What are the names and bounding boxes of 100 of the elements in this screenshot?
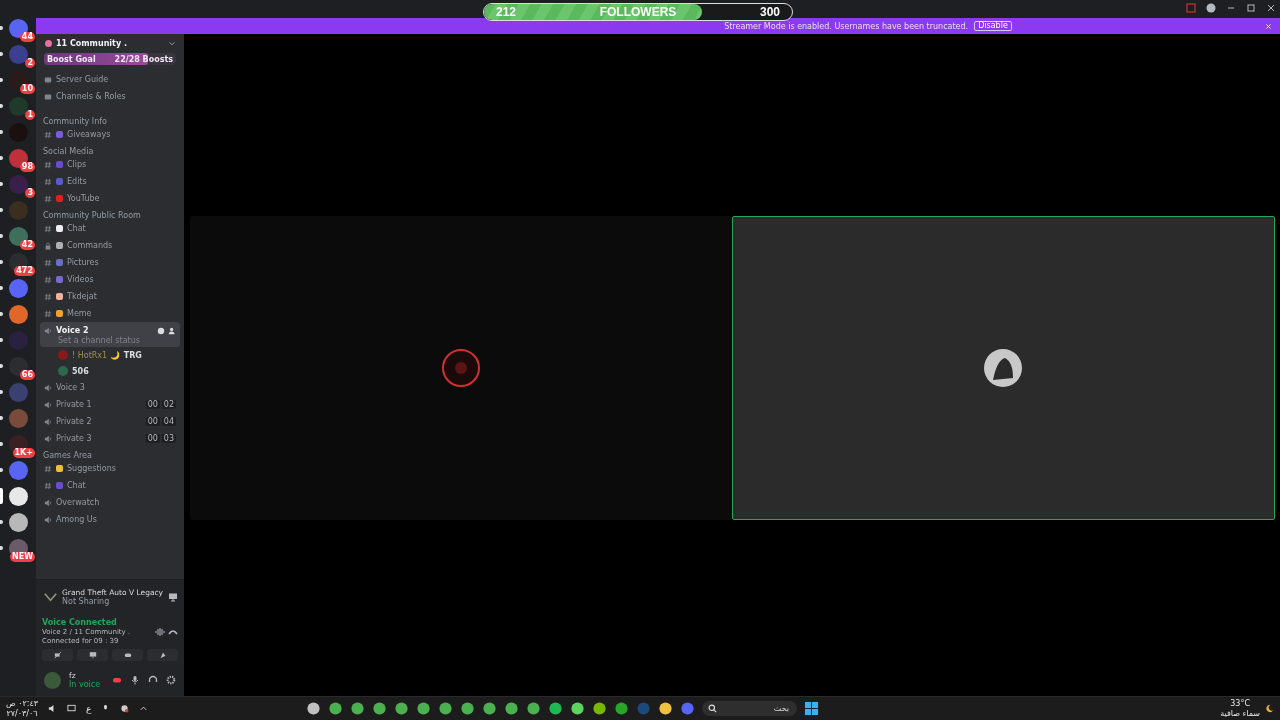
channel-item[interactable]: Commands — [40, 237, 180, 254]
server-badge: 42 — [19, 240, 35, 250]
channel-item[interactable]: Private 1 00 02 — [40, 396, 180, 413]
channel-name: Pictures — [67, 258, 100, 267]
channel-name: Chat — [67, 481, 87, 490]
taskbar-app-icon[interactable] — [372, 701, 387, 716]
add-user-icon[interactable] — [168, 326, 176, 335]
settings-icon[interactable] — [166, 675, 176, 685]
channel-item[interactable]: Private 2 00 04 — [40, 413, 180, 430]
taskbar-app-icon[interactable] — [570, 701, 585, 716]
activity-button[interactable] — [112, 649, 143, 661]
chevron-up-icon[interactable] — [139, 704, 149, 713]
monitor-icon — [88, 651, 97, 659]
followers-count: 212 — [496, 5, 517, 19]
channel-status[interactable]: Set a channel status — [40, 336, 180, 347]
taskbar-app-icon[interactable] — [460, 701, 475, 716]
channel-item[interactable]: Voice 2 Set a channel status — [40, 322, 180, 347]
channel-item[interactable]: Videos — [40, 271, 180, 288]
channel-category[interactable]: Games Area — [40, 447, 180, 460]
search-icon — [708, 704, 717, 713]
temperature[interactable]: 33°C — [1230, 698, 1250, 709]
avatar-icon — [440, 348, 481, 388]
inbox-icon[interactable] — [1186, 3, 1196, 13]
boost-goal-bar[interactable]: Boost Goal 22/28 Boosts — [44, 53, 176, 65]
taskbar-app-icon[interactable] — [548, 701, 563, 716]
channel-item[interactable]: Voice 3 — [40, 379, 180, 396]
video-tile[interactable] — [190, 216, 732, 520]
headset-icon[interactable] — [148, 675, 158, 685]
channel-name: Among Us — [56, 515, 98, 524]
clock-time[interactable]: ٠٢:٤٣ ص — [6, 698, 39, 709]
speaker-icon — [44, 498, 52, 507]
channel-item[interactable]: Private 3 00 03 — [40, 430, 180, 447]
taskbar-app-icon[interactable] — [614, 701, 629, 716]
hash-icon — [44, 130, 52, 139]
user-tag: 506 — [72, 366, 89, 376]
taskbar-app-icon[interactable] — [482, 701, 497, 716]
link-label: Channels & Roles — [56, 92, 126, 101]
taskbar-app-icon[interactable] — [416, 701, 431, 716]
close-icon[interactable] — [1266, 3, 1276, 13]
channel-item[interactable]: Pictures — [40, 254, 180, 271]
taskbar-app-icon[interactable] — [658, 701, 673, 716]
channel-item[interactable]: Among Us — [40, 511, 180, 528]
maximize-icon[interactable] — [1246, 3, 1256, 13]
taskbar-app-icon[interactable] — [394, 701, 409, 716]
channel-item[interactable]: YouTube — [40, 190, 180, 207]
speaker-icon — [44, 400, 52, 409]
clock-date[interactable]: ٢٧/٠٣/٠٦ — [6, 708, 38, 719]
lock-icon — [44, 241, 52, 250]
taskbar-app-icon[interactable] — [526, 701, 541, 716]
channel-name: YouTube — [67, 194, 101, 203]
server-icon[interactable] — [8, 512, 28, 532]
taskbar-app-icon[interactable] — [504, 701, 519, 716]
channel-item[interactable]: Meme — [40, 305, 180, 322]
hash-icon — [44, 275, 52, 284]
server-badge: 66 — [19, 370, 35, 380]
hash-icon — [44, 194, 52, 203]
channel-item[interactable]: Tkdejat — [40, 288, 180, 305]
hash-icon — [44, 224, 52, 233]
channel-category[interactable]: Community Info — [40, 113, 180, 126]
taskbar-app-icon[interactable] — [592, 701, 607, 716]
channel-item[interactable]: Clips — [40, 156, 180, 173]
sharing-status: Not Sharing — [62, 597, 111, 606]
weather-text[interactable]: سماء صافية — [1220, 708, 1260, 719]
soundboard-button[interactable] — [147, 649, 178, 661]
user-name[interactable]: ! HotRx1 🌙 — [72, 350, 120, 360]
moon-icon[interactable] — [1265, 704, 1274, 713]
server-header[interactable]: 11 Community . — [36, 34, 184, 50]
headphone-icon[interactable] — [112, 675, 122, 685]
taskbar-app-icon[interactable] — [438, 701, 453, 716]
microphone-icon[interactable] — [130, 675, 140, 685]
screen-share-button[interactable] — [77, 649, 108, 661]
channel-name: Videos — [67, 275, 95, 284]
channel-item[interactable]: Suggestions — [40, 460, 180, 477]
keyboard-language[interactable]: ع — [86, 703, 92, 714]
start-icon[interactable] — [804, 701, 819, 716]
channel-item[interactable]: Chat — [40, 477, 180, 494]
video-tile[interactable] — [731, 216, 1275, 520]
search-field[interactable]: بحث — [702, 701, 797, 716]
camera-off-button[interactable] — [42, 649, 73, 661]
channel-item[interactable]: Edits — [40, 173, 180, 190]
tray-app-icon[interactable] — [120, 704, 130, 713]
channel-category[interactable]: Community Public Room — [40, 207, 180, 220]
channel-item[interactable]: Overwatch — [40, 494, 180, 511]
taskbar-app-icon[interactable] — [328, 701, 343, 716]
gamepad-icon — [123, 651, 132, 659]
monitor-icon[interactable] — [67, 704, 77, 713]
disable-button[interactable]: Disable — [974, 21, 1012, 31]
help-icon[interactable] — [1206, 3, 1216, 13]
channel-item[interactable]: Giveaways — [40, 126, 180, 143]
banner-text: Streamer Mode is enabled. Usernames have been truncated. — [724, 21, 969, 31]
server-icon[interactable] — [8, 486, 28, 506]
channel-item[interactable]: Chat — [40, 220, 180, 237]
screen-share-icon[interactable] — [168, 592, 179, 602]
user-limit-count: 04 — [161, 417, 176, 426]
chat-icon[interactable] — [157, 326, 165, 335]
taskbar-app-icon[interactable] — [350, 701, 365, 716]
taskbar-app-icon[interactable] — [306, 701, 321, 716]
chevron-down-icon[interactable] — [168, 39, 176, 48]
channel-category[interactable]: Social Media — [40, 143, 180, 156]
followers-goal: 300 — [759, 5, 780, 19]
